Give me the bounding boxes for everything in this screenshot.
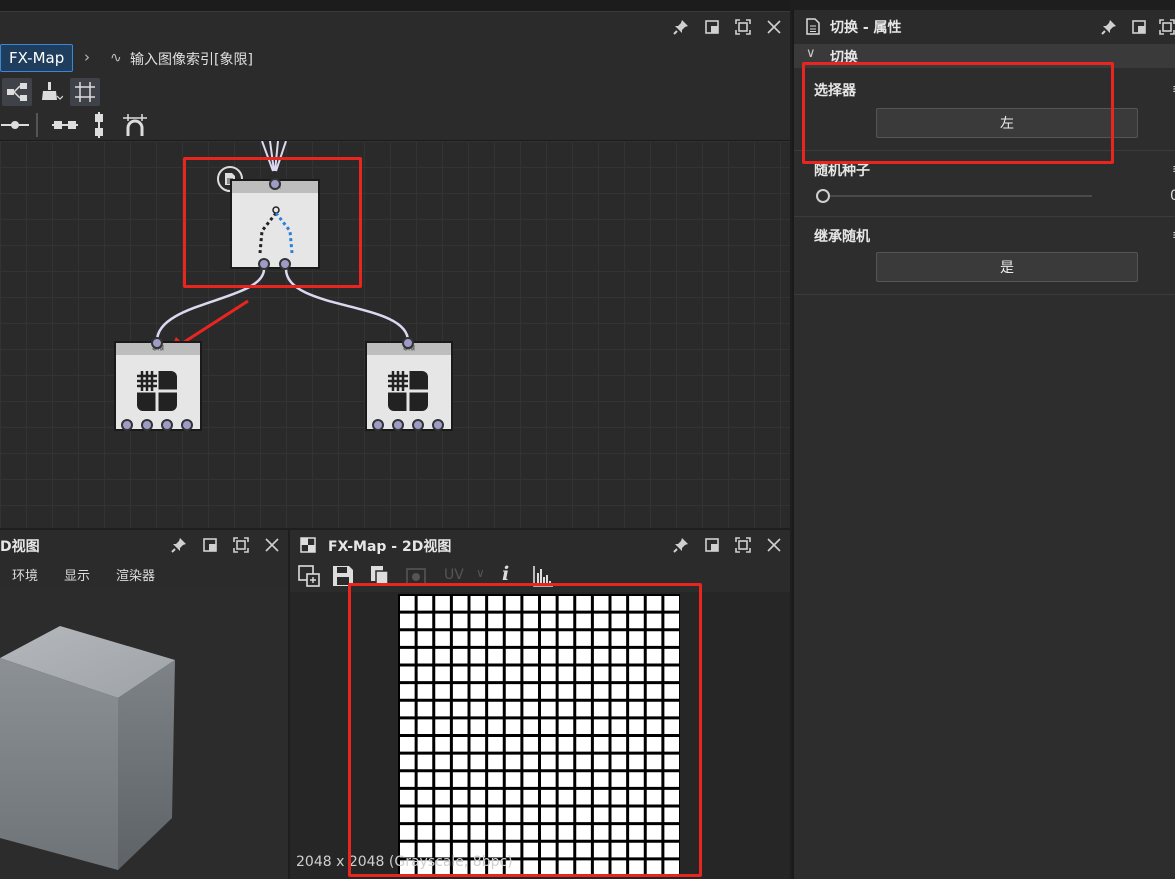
chevron-down-icon: ∨	[806, 46, 816, 61]
view3d-panel: D视图 环境 显示 渲染器	[0, 530, 288, 879]
breadcrumb-root[interactable]: FX-Map	[0, 44, 74, 72]
quadrant-left-input-port[interactable]	[151, 337, 163, 349]
quadrant-right-output-port-1[interactable]	[372, 419, 384, 431]
brush-icon[interactable]	[36, 78, 66, 106]
float-icon[interactable]	[199, 534, 221, 556]
quadrant-right-output-port-3[interactable]	[412, 419, 424, 431]
view2d-viewport[interactable]: 2048 x 2048 (Grayscale, 8bpc)	[290, 583, 790, 879]
quadrant-left-output-port-3[interactable]	[161, 419, 173, 431]
inherit-label: 继承随机	[814, 229, 870, 245]
top-strip	[0, 0, 790, 12]
highlight-box-2d-preview	[348, 583, 702, 877]
quadrant-node-left[interactable]: 象限	[114, 341, 202, 431]
quadrant-right-output-port-4[interactable]	[432, 419, 444, 431]
menu-renderer[interactable]: 渲染器	[116, 565, 155, 584]
view2d-panel: FX-Map - 2D视图 UV ∨ i 2048 x 2048 (Graysc…	[290, 530, 790, 879]
properties-header: 切换 - 属性	[794, 10, 1175, 44]
view3d-header: D视图	[0, 530, 288, 560]
maximize-icon[interactable]	[230, 534, 252, 556]
cube-preview	[0, 626, 175, 870]
pin-icon[interactable]	[1098, 16, 1120, 38]
connect-node-icon[interactable]	[0, 111, 30, 139]
close-icon[interactable]	[763, 16, 785, 38]
node-wires	[155, 141, 410, 351]
quadrant-node-right[interactable]: 象限	[365, 341, 453, 431]
seed-slider-thumb[interactable]	[816, 189, 830, 203]
view2d-header: FX-Map - 2D视图	[290, 530, 790, 560]
toolbar-divider	[36, 113, 38, 137]
highlight-box-switch-node	[183, 157, 362, 288]
graph-function-icon: ∿	[110, 50, 122, 66]
info-icon[interactable]: i	[502, 563, 509, 585]
quadrant-left-output-port-2[interactable]	[141, 419, 153, 431]
float-icon[interactable]	[701, 16, 723, 38]
divider	[794, 294, 1175, 295]
seed-slider-track[interactable]	[816, 195, 1092, 197]
view3d-title: D视图	[0, 539, 40, 555]
close-icon[interactable]	[763, 534, 785, 556]
inherit-toggle-button[interactable]: 是	[876, 252, 1138, 282]
align-vertical-icon[interactable]	[84, 111, 114, 139]
graph-toolbar-primary	[0, 76, 790, 109]
frame-icon[interactable]	[70, 78, 100, 106]
align-horizontal-icon[interactable]	[50, 111, 80, 139]
menu-environment[interactable]: 环境	[12, 565, 38, 584]
uv-dropdown: UV	[444, 567, 464, 583]
quadrant-left-output-port-4[interactable]	[181, 419, 193, 431]
quadrant-right-input-port[interactable]	[402, 337, 414, 349]
quadrant-icon	[137, 371, 177, 411]
pin-icon[interactable]	[670, 534, 692, 556]
quadrant-right-output-port-2[interactable]	[392, 419, 404, 431]
graph-toolbar-secondary	[0, 109, 790, 141]
graph-panel: FX-Map › ∿ 输入图像索引[象限]	[0, 0, 790, 528]
chevron-right-icon: ›	[84, 48, 90, 66]
close-icon[interactable]	[261, 534, 283, 556]
graph-layout-icon[interactable]	[2, 78, 32, 106]
properties-title: 切换 - 属性	[830, 20, 902, 36]
snap-grid-icon[interactable]	[120, 111, 150, 139]
properties-panel: 切换 - 属性 ∨ 切换 选择器 ≡ 左 随机种子 ≡ 0 继承随机 ≡ 是	[792, 10, 1175, 879]
document-icon	[806, 18, 820, 35]
chevron-down-icon: ∨	[476, 566, 485, 580]
pin-icon[interactable]	[168, 534, 190, 556]
float-icon[interactable]	[1128, 16, 1150, 38]
view2d-title: FX-Map - 2D视图	[328, 539, 452, 555]
divider	[794, 216, 1175, 217]
view3d-menubar: 环境 显示 渲染器	[0, 560, 288, 588]
graph-canvas[interactable]: 切换 象限 象限	[0, 141, 790, 528]
breadcrumb-child[interactable]: 输入图像索引[象限]	[130, 44, 253, 74]
seed-value[interactable]: 0	[1170, 188, 1175, 204]
maximize-icon[interactable]	[732, 16, 754, 38]
maximize-icon[interactable]	[1156, 16, 1175, 38]
view3d-viewport[interactable]	[0, 588, 288, 879]
quadrant-left-output-port-1[interactable]	[121, 419, 133, 431]
pin-icon[interactable]	[670, 16, 692, 38]
quadrant-icon	[388, 371, 428, 411]
graph-header	[0, 12, 790, 42]
maximize-icon[interactable]	[732, 534, 754, 556]
breadcrumb: FX-Map › ∿ 输入图像索引[象限]	[0, 42, 790, 76]
float-icon[interactable]	[701, 534, 723, 556]
menu-display[interactable]: 显示	[64, 565, 90, 584]
export-icon[interactable]	[298, 565, 320, 587]
checker-icon	[300, 537, 316, 553]
highlight-box-selector	[802, 62, 1114, 164]
